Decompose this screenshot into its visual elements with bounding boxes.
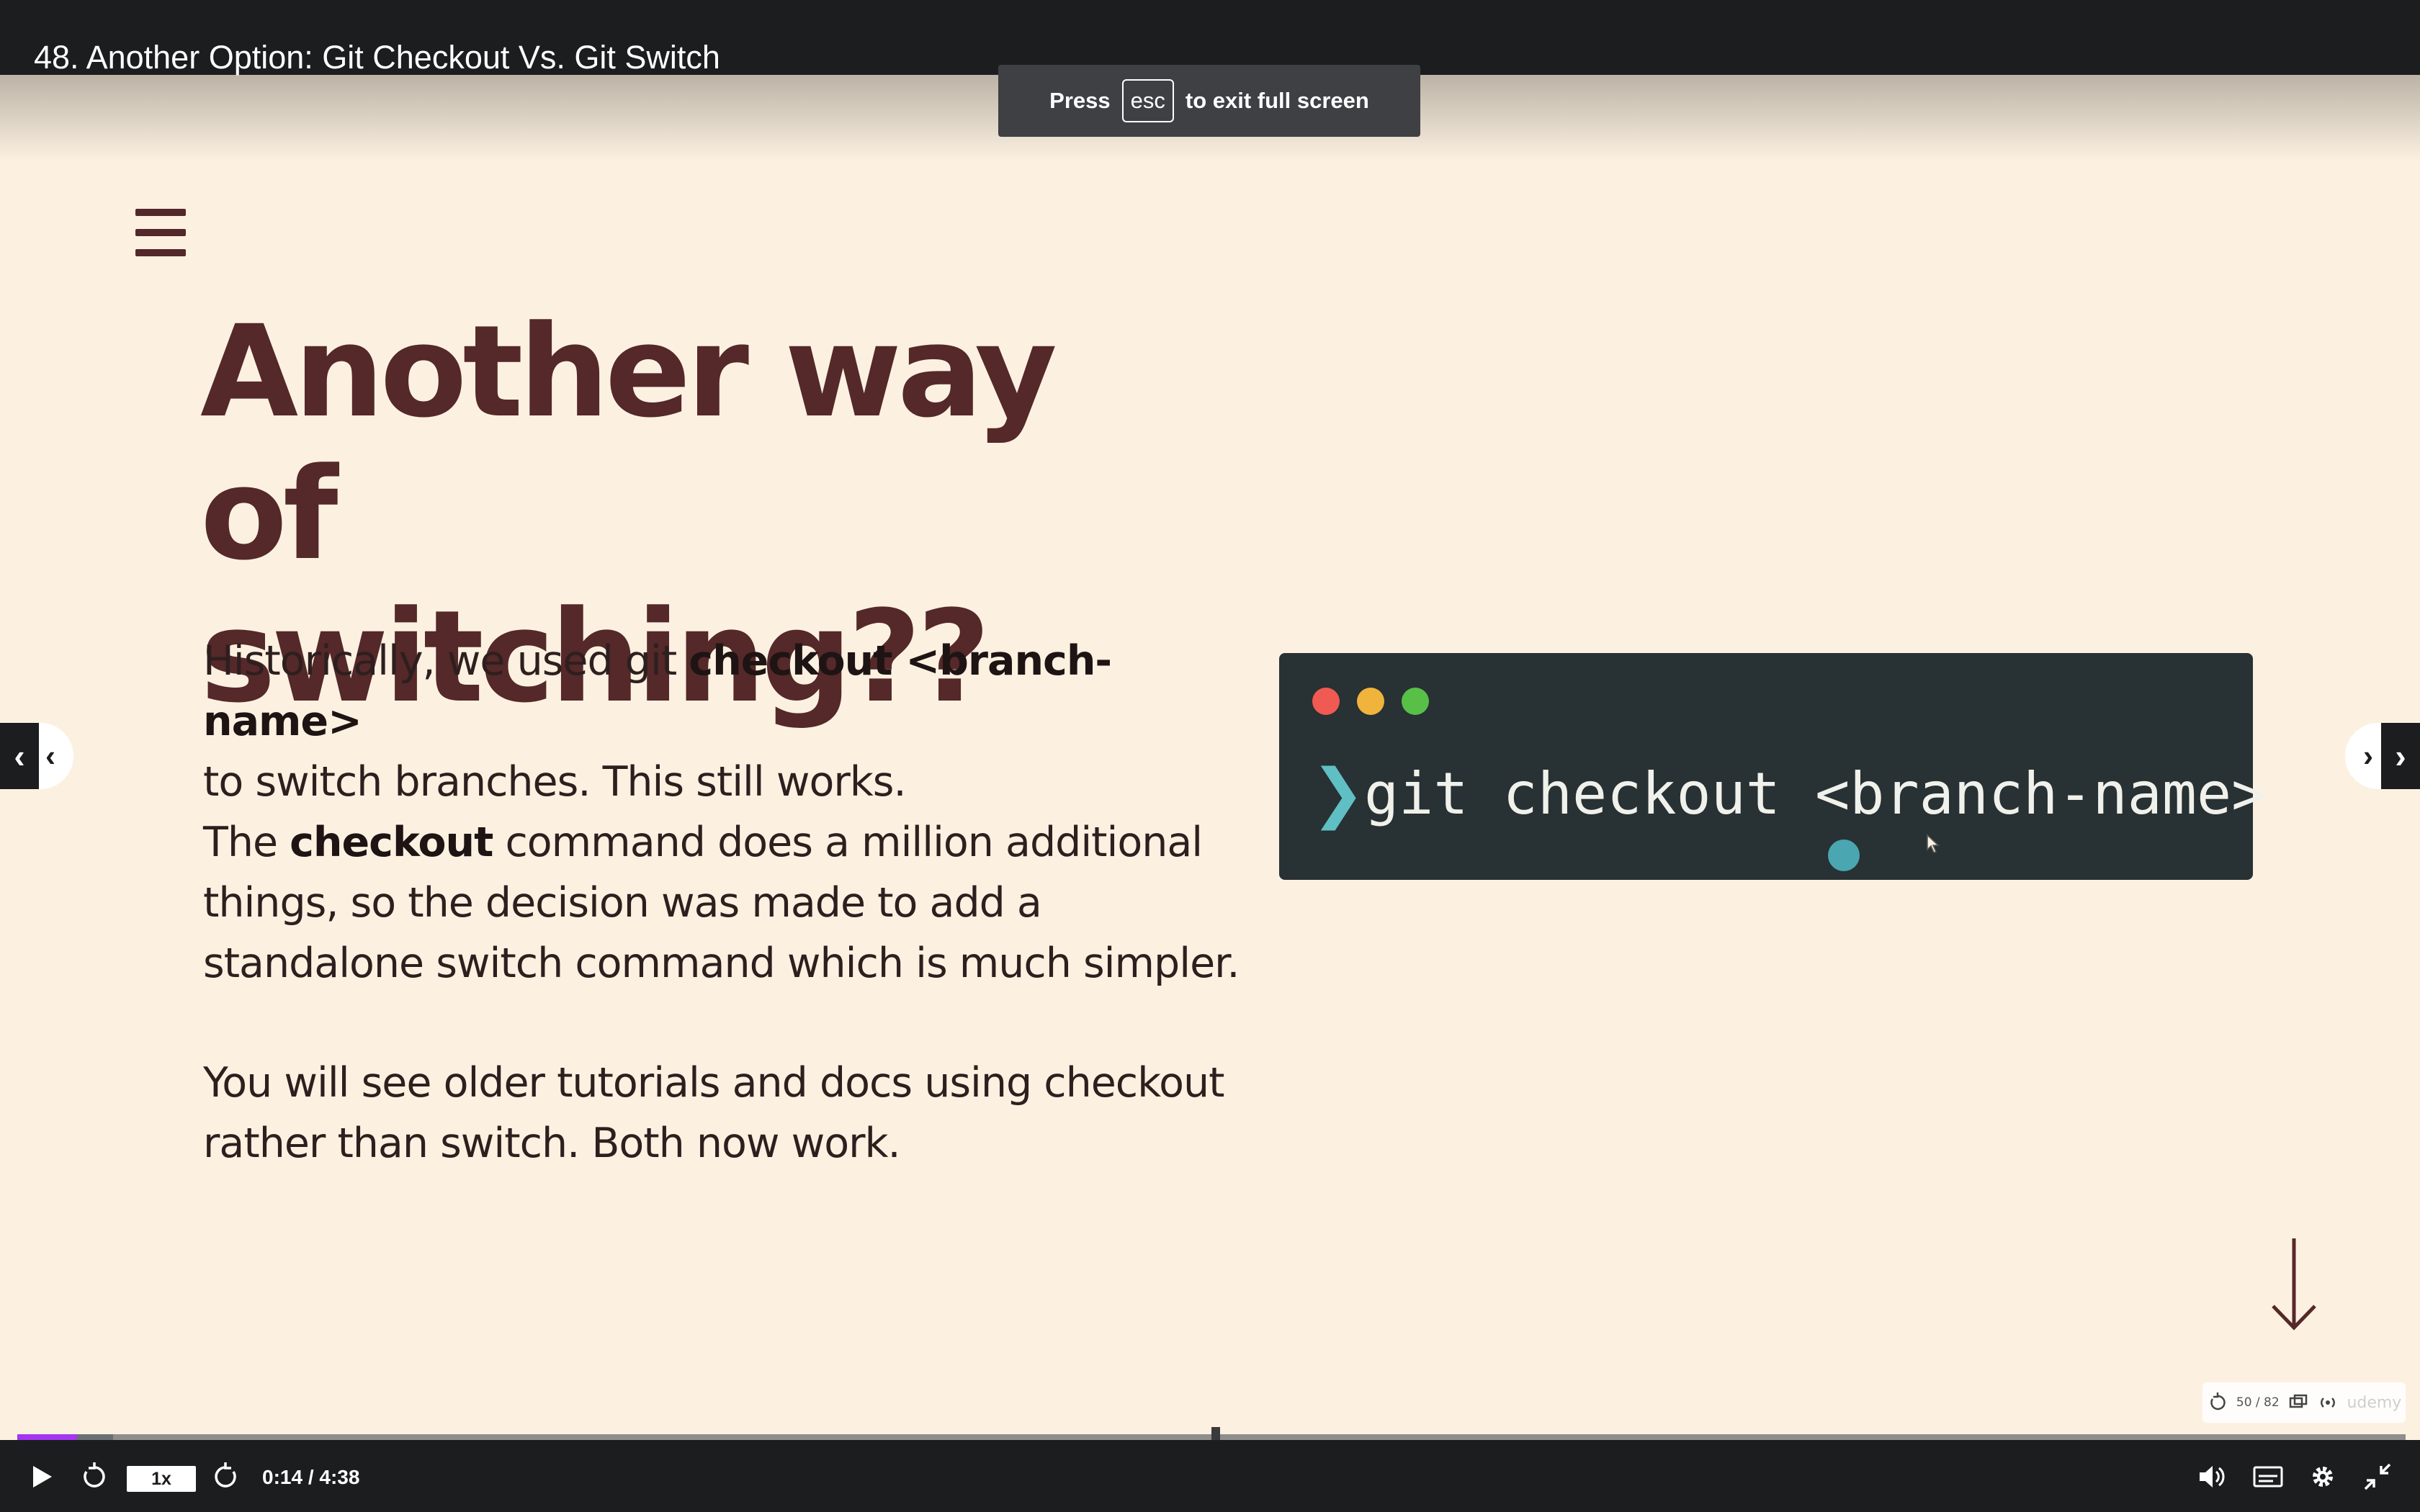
play-icon[interactable] (24, 1460, 58, 1493)
broadcast-icon[interactable] (2317, 1392, 2339, 1413)
paragraph-text: standalone switch command which is much … (203, 940, 1240, 987)
paragraph-text: things, so the decision was made to add … (203, 879, 1042, 927)
mouse-cursor-icon (1927, 834, 1940, 853)
next-lecture-button[interactable]: › (2381, 723, 2420, 789)
paragraph-text: rather than switch. Both now work. (203, 1120, 901, 1167)
paragraph-bold: checkout (290, 819, 493, 866)
forward-icon[interactable] (209, 1460, 242, 1493)
paragraph-tutorials: You will see older tutorials and docs us… (203, 1053, 1255, 1174)
paragraph-text: Historically, we used git (203, 637, 689, 685)
overview-icon[interactable] (2287, 1392, 2309, 1413)
time-display: 0:14 / 4:38 (262, 1466, 360, 1488)
udemy-watermark: udemy (2347, 1393, 2402, 1412)
maximize-dot-icon (1402, 688, 1429, 715)
playback-speed-button[interactable]: 1x (127, 1466, 196, 1492)
prev-lecture-button[interactable]: ‹ (0, 723, 39, 789)
prompt-chevron-icon: ❯ (1311, 755, 1366, 831)
esc-key: esc (1121, 79, 1174, 122)
settings-gear-icon[interactable] (2306, 1460, 2339, 1493)
menu-icon[interactable] (135, 209, 186, 259)
paragraph-text: command does a million additional (493, 819, 1203, 866)
slide-toolbar: 50 / 82 udemy (2202, 1382, 2406, 1423)
restart-icon[interactable] (2207, 1392, 2228, 1413)
slide-counter: 50 / 82 (2236, 1395, 2280, 1410)
volume-icon[interactable] (2195, 1460, 2228, 1493)
paragraph-checkout: The checkout command does a million addi… (203, 812, 1255, 994)
paragraph-history: Historically, we used git checkout <bran… (203, 631, 1255, 812)
close-dot-icon (1312, 688, 1340, 715)
minimize-dot-icon (1357, 688, 1384, 715)
slide-title-line1: Another way of (200, 298, 1057, 588)
progress-played (17, 1434, 77, 1440)
player-controls: 1x 0:14 / 4:38 (0, 1440, 2420, 1512)
exit-fullscreen-icon[interactable] (2361, 1460, 2394, 1493)
toast-suffix: to exit full screen (1185, 88, 1369, 113)
terminal-window: ❯ git checkout <branch-name> (1279, 653, 2266, 880)
paragraph-text: to switch branches. This still works. (203, 758, 907, 806)
paragraph-text: You will see older tutorials and docs us… (203, 1059, 1224, 1107)
toast-prefix: Press (1049, 88, 1111, 113)
terminal-command: git checkout <branch-name> (1364, 760, 2267, 827)
arrow-down-icon[interactable] (2269, 1237, 2319, 1331)
fullscreen-toast: Press esc to exit full screen (998, 65, 1420, 137)
teal-dot (1828, 840, 1860, 871)
paragraph-text: The (203, 819, 290, 866)
rewind-icon[interactable] (78, 1460, 111, 1493)
lecture-title: 48. Another Option: Git Checkout Vs. Git… (34, 39, 720, 76)
captions-icon[interactable] (2251, 1460, 2285, 1493)
